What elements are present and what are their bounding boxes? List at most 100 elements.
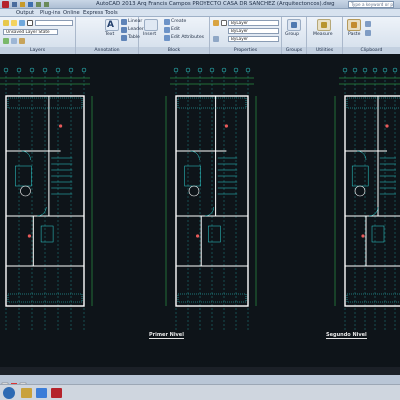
plan-label-segundo-nivel: Segundo Nivel [326,332,367,339]
annotation-panel: A Text Linear Leader Table Annotation [76,17,144,54]
create-button[interactable]: Create [171,19,186,25]
furniture [15,165,32,187]
layer-color-icon[interactable] [27,20,33,26]
undo-icon [36,2,41,7]
grid-marker [29,67,35,73]
command-line[interactable] [0,367,400,375]
grid-marker [221,67,227,73]
grid-marker [245,67,251,73]
windows-start-icon [3,387,15,399]
leader-icon[interactable] [121,27,127,33]
grid-marker [68,67,74,73]
table-icon[interactable] [121,35,127,41]
layer-properties-icon[interactable] [3,20,9,26]
ribbon-tabs: Output Plug-ins Online Express Tools [0,9,400,17]
color-swatch-icon [221,20,227,26]
grid-marker [382,67,388,73]
grid-marker [209,67,215,73]
lineweight-dropdown[interactable]: ByLayer [228,28,279,34]
properties-panel: ByLayer ByLayer ByLayer Properties [210,17,282,54]
cut-icon[interactable] [365,21,371,27]
properties-panel-title[interactable]: Properties [210,47,281,54]
new-icon [12,2,17,7]
tab-online[interactable]: Online [63,9,80,17]
utilities-panel-title[interactable]: Utilities [307,47,342,54]
door-swing [204,206,215,217]
grid-marker [185,67,191,73]
create-block-icon[interactable] [164,19,170,25]
drawing-canvas[interactable]: Primer Nivel Segundo Nivel [0,54,400,367]
insert-button[interactable] [144,19,158,31]
grid-marker [372,67,378,73]
furniture [351,165,369,187]
copy-icon[interactable] [365,30,371,36]
grid-marker [42,67,48,73]
ribbon: Unsaved Layer State Layers A Text Linear… [0,17,400,54]
redo-icon [44,2,49,7]
groups-panel-title[interactable]: Groups [282,47,306,54]
layer-match-icon[interactable] [3,38,9,44]
edit-block-icon[interactable] [164,27,170,33]
autocad-taskbar-icon [51,388,62,398]
clipboard-panel-title[interactable]: Clipboard [343,47,400,54]
furniture [40,225,54,243]
color-dropdown[interactable]: ByLayer [228,20,279,26]
title-bar: AutoCAD 2013 Arq Francis Campos PROYECTO… [0,0,400,9]
layer-walk-icon[interactable] [19,38,25,44]
section-marker [196,234,200,238]
measure-icon [321,22,327,28]
grid-marker [3,67,9,73]
door-swing [356,150,367,161]
section-marker [224,124,228,128]
current-layer-dropdown[interactable] [35,20,73,26]
grid-marker [55,67,61,73]
floor-plans-drawing [0,67,400,330]
window-title: AutoCAD 2013 Arq Francis Campos PROYECTO… [96,1,335,7]
layer-state-dropdown[interactable]: Unsaved Layer State [3,29,58,35]
search-input[interactable]: Type a keyword or phrase [348,1,394,8]
layers-panel-title[interactable]: Layers [0,47,75,54]
section-marker [385,124,389,128]
grid-marker [81,67,87,73]
tab-plug-ins[interactable]: Plug-ins [40,9,60,17]
layer-isolate-icon[interactable] [11,38,17,44]
dimension-linear-icon[interactable] [121,19,127,25]
block-panel-title[interactable]: Block [139,47,209,54]
grid-marker [362,67,368,73]
open-icon [20,2,25,7]
tab-output[interactable]: Output [16,9,34,17]
utilities-panel: Measure Utilities [307,17,343,54]
tab-express-tools[interactable]: Express Tools [83,9,118,17]
annotation-panel-title[interactable]: Annotation [76,47,138,54]
layer-freeze-icon[interactable] [19,20,25,26]
grid-marker [197,67,203,73]
browser-icon [36,388,47,398]
section-marker [361,234,365,238]
furniture [371,225,385,243]
group-icon [291,22,297,28]
edit-attributes-icon[interactable] [164,35,170,41]
group-button-label: Group [285,32,299,37]
block-panel: Insert Create Edit Edit Attributes Block [139,17,210,54]
list-icon[interactable] [213,36,219,42]
hatch-band [177,97,247,109]
layers-panel: Unsaved Layer State Layers [0,17,76,54]
first-floor-plan [165,67,257,330]
edit-attributes-button[interactable]: Edit Attributes [171,35,204,41]
grid-marker [16,67,22,73]
taskbar [0,384,400,400]
paste-icon [351,22,357,28]
layer-on-icon[interactable] [11,20,17,26]
match-properties-icon[interactable] [213,20,219,26]
autocad-window: AutoCAD 2013 Arq Francis Campos PROYECTO… [0,0,400,400]
status-bar [0,375,400,389]
grid-marker [233,67,239,73]
grid-marker [392,67,398,73]
hatch-band [346,97,400,109]
furniture [208,225,221,243]
linetype-dropdown[interactable]: ByLayer [228,36,279,42]
ground-floor-plan [0,67,93,330]
clipboard-panel: Paste Clipboard [343,17,400,54]
edit-button[interactable]: Edit [171,27,180,33]
groups-panel: Group Groups [282,17,307,54]
